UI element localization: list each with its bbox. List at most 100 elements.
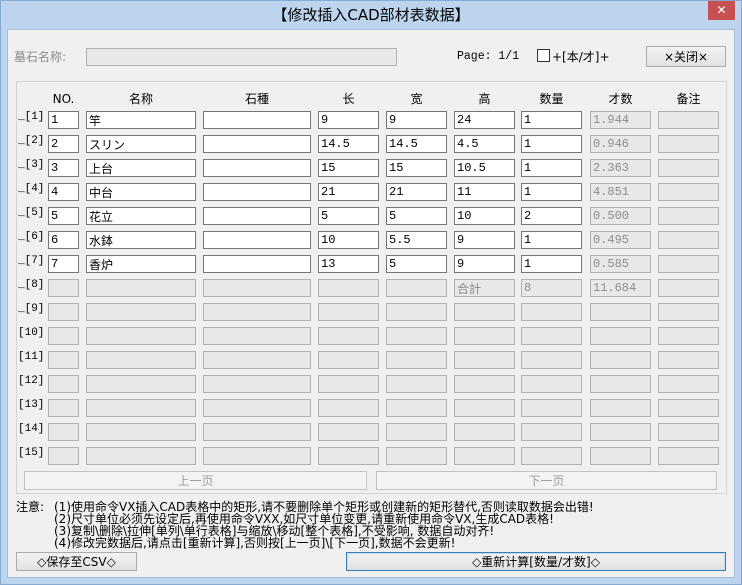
row-13-remarks-input [658, 399, 719, 417]
row-12-height-input [454, 375, 515, 393]
row-3-width-input[interactable] [386, 159, 447, 177]
row-4-height-input[interactable] [454, 183, 515, 201]
row-1-quantity-input[interactable] [521, 111, 582, 129]
row-1-height-input[interactable] [454, 111, 515, 129]
title-bar[interactable]: 【修改插入CAD部材表数据】 ✕ [1, 1, 741, 29]
row-14-no-input [48, 423, 79, 441]
row-1-remarks-input [658, 111, 719, 129]
row-7-stone-type-input[interactable] [203, 255, 311, 273]
row-3-name-input[interactable] [86, 159, 196, 177]
row-10-height-input [454, 327, 515, 345]
row-12-stone-type-input [203, 375, 311, 393]
row-9-no-input [48, 303, 79, 321]
next-page-button[interactable]: 下一页 [376, 471, 717, 490]
stone-name-input [86, 48, 397, 66]
row-6-quantity-input[interactable] [521, 231, 582, 249]
row-4-quantity-input[interactable] [521, 183, 582, 201]
row-4-stone-type-input[interactable] [203, 183, 311, 201]
row-12-remarks-input [658, 375, 719, 393]
row-5-quantity-input[interactable] [521, 207, 582, 225]
row-9-height-input [454, 303, 515, 321]
row-2-length-input[interactable] [318, 135, 379, 153]
row-2-no-input[interactable] [48, 135, 79, 153]
row-12-width-input [386, 375, 447, 393]
row-3-quantity-input[interactable] [521, 159, 582, 177]
prev-page-button[interactable]: 上一页 [24, 471, 367, 490]
row-4-no-input[interactable] [48, 183, 79, 201]
row-4-name-input[interactable] [86, 183, 196, 201]
client-area: 墓石名称: Page: 1/1 +[本/才]+ ×关闭× 上一页 下一页 NO.… [8, 30, 734, 577]
row-1-stone-type-input[interactable] [203, 111, 311, 129]
close-dialog-button[interactable]: ×关闭× [646, 46, 726, 67]
row-6-no-input[interactable] [48, 231, 79, 249]
row-4-volume-input [590, 183, 651, 201]
row-3-height-input[interactable] [454, 159, 515, 177]
row-7-height-input[interactable] [454, 255, 515, 273]
row-8-remarks-input [658, 279, 719, 297]
row-10-quantity-input [521, 327, 582, 345]
row-6-height-input[interactable] [454, 231, 515, 249]
row-4-length-input[interactable] [318, 183, 379, 201]
row-3-length-input[interactable] [318, 159, 379, 177]
row-14-length-input [318, 423, 379, 441]
row-10-stone-type-input [203, 327, 311, 345]
row-5-label: _[5] [18, 207, 45, 219]
window-title: 【修改插入CAD部材表数据】 [272, 6, 470, 24]
row-2-remarks-input [658, 135, 719, 153]
row-5-no-input[interactable] [48, 207, 79, 225]
recalculate-button[interactable]: ◇重新计算[数量/才数]◇ [346, 552, 726, 571]
row-14-stone-type-input [203, 423, 311, 441]
row-3-remarks-input [658, 159, 719, 177]
row-9-length-input [318, 303, 379, 321]
row-5-width-input[interactable] [386, 207, 447, 225]
row-2-name-input[interactable] [86, 135, 196, 153]
row-7-no-input[interactable] [48, 255, 79, 273]
row-5-remarks-input [658, 207, 719, 225]
window-close-button[interactable]: ✕ [708, 1, 735, 20]
row-14-name-input [86, 423, 196, 441]
row-11-volume-input [590, 351, 651, 369]
row-12-length-input [318, 375, 379, 393]
row-6-stone-type-input[interactable] [203, 231, 311, 249]
row-3-no-input[interactable] [48, 159, 79, 177]
row-1-no-input[interactable] [48, 111, 79, 129]
row-14-remarks-input [658, 423, 719, 441]
row-4-width-input[interactable] [386, 183, 447, 201]
row-7-name-input[interactable] [86, 255, 196, 273]
row-11-name-input [86, 351, 196, 369]
row-7-width-input[interactable] [386, 255, 447, 273]
row-3-stone-type-input[interactable] [203, 159, 311, 177]
row-5-stone-type-input[interactable] [203, 207, 311, 225]
row-1-width-input[interactable] [386, 111, 447, 129]
row-9-name-input [86, 303, 196, 321]
row-5-name-input[interactable] [86, 207, 196, 225]
row-2-stone-type-input[interactable] [203, 135, 311, 153]
row-1-length-input[interactable] [318, 111, 379, 129]
note-line-4: (4)修改完数据后,请点击[重新计算],否则按[上一页]\[下一页],数据不会更… [54, 536, 456, 550]
row-1-name-input[interactable] [86, 111, 196, 129]
row-10-width-input [386, 327, 447, 345]
row-12-quantity-input [521, 375, 582, 393]
row-5-length-input[interactable] [318, 207, 379, 225]
row-6-width-input[interactable] [386, 231, 447, 249]
row-6-volume-input [590, 231, 651, 249]
row-12-volume-input [590, 375, 651, 393]
row-5-height-input[interactable] [454, 207, 515, 225]
row-2-quantity-input[interactable] [521, 135, 582, 153]
row-13-stone-type-input [203, 399, 311, 417]
row-6-length-input[interactable] [318, 231, 379, 249]
row-2-height-input[interactable] [454, 135, 515, 153]
row-2-width-input[interactable] [386, 135, 447, 153]
save-csv-button[interactable]: ◇保存至CSV◇ [16, 552, 137, 571]
unit-checkbox[interactable] [537, 49, 550, 62]
row-6-remarks-input [658, 231, 719, 249]
column-header-width: 宽 [410, 92, 423, 106]
row-3-volume-input [590, 159, 651, 177]
unit-checkbox-label[interactable]: +[本/才]+ [552, 48, 610, 66]
row-7-quantity-input[interactable] [521, 255, 582, 273]
row-6-name-input[interactable] [86, 231, 196, 249]
row-13-label: [13] [18, 399, 45, 411]
row-9-remarks-input [658, 303, 719, 321]
row-7-length-input[interactable] [318, 255, 379, 273]
row-14-volume-input [590, 423, 651, 441]
